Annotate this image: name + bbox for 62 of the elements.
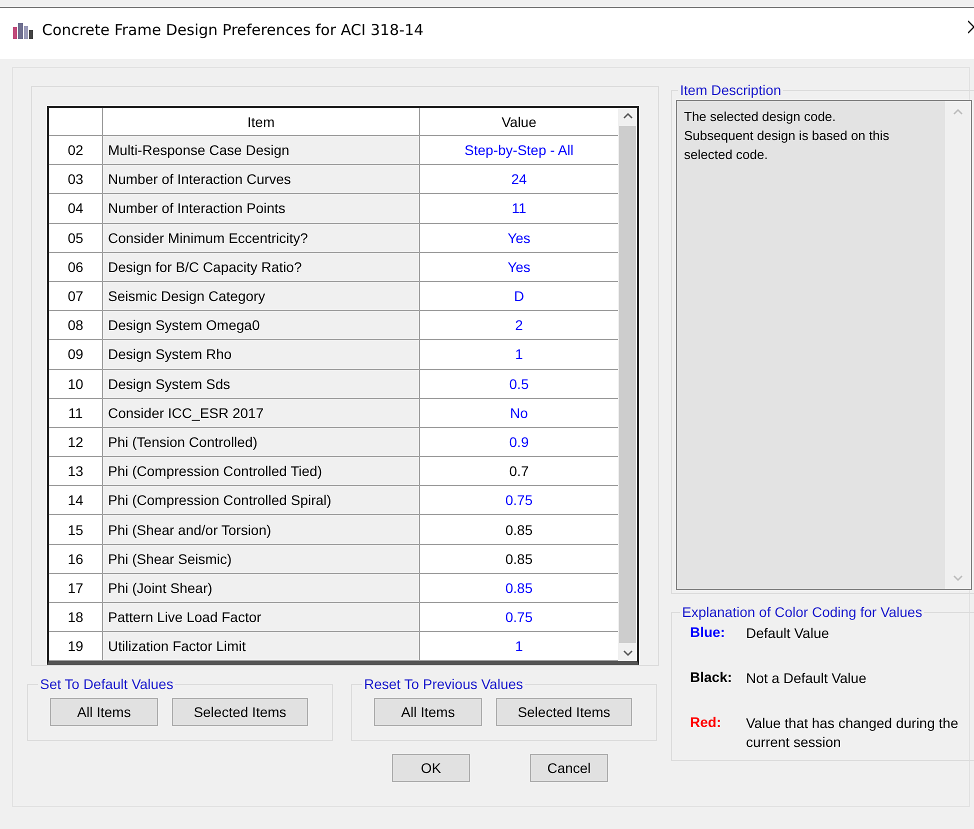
legend-text: Value that has changed during the current session	[746, 714, 960, 752]
item-cell: Utilization Factor Limit	[103, 632, 420, 662]
item-cell: Design System Sds	[103, 370, 420, 399]
value-cell[interactable]: No	[420, 398, 618, 428]
legend-label: Red:	[690, 714, 722, 732]
item-cell: Phi (Tension Controlled)	[103, 428, 420, 458]
row-number: 11	[49, 398, 103, 428]
group-title: Item Description	[679, 82, 782, 98]
item-cell: Seismic Design Category	[103, 282, 420, 312]
item-cell: Consider Minimum Eccentricity?	[103, 224, 420, 253]
row-number: 12	[49, 428, 103, 458]
value-cell[interactable]: Yes	[420, 224, 618, 253]
row-number: 13	[49, 457, 103, 486]
row-number: 06	[49, 252, 103, 282]
row-number: 14	[49, 486, 103, 516]
item-cell: Multi-Response Case Design	[103, 136, 420, 166]
item-cell: Phi (Compression Controlled Tied)	[103, 457, 420, 486]
row-number: 08	[49, 311, 103, 340]
item-cell: Consider ICC_ESR 2017	[103, 398, 420, 428]
column-header: Item	[103, 108, 420, 136]
scrollbar-thumb[interactable]	[619, 126, 636, 644]
item-cell: Design System Rho	[103, 340, 420, 370]
legend-label: Black:	[690, 669, 734, 687]
value-cell[interactable]: 0.85	[420, 544, 618, 574]
row-number: 16	[49, 544, 103, 574]
item-cell: Phi (Compression Controlled Spiral)	[103, 486, 420, 516]
ok-button[interactable]: OK	[392, 754, 470, 782]
selected-items-button[interactable]: Selected Items	[496, 698, 632, 726]
row-number: 03	[49, 165, 103, 194]
item-cell: Phi (Shear Seismic)	[103, 544, 420, 574]
app-icon	[12, 20, 34, 38]
row-number: 18	[49, 603, 103, 632]
item-cell: Design System Omega0	[103, 311, 420, 340]
item-cell: Number of Interaction Curves	[103, 165, 420, 194]
item-cell: Number of Interaction Points	[103, 194, 420, 224]
row-number: 02	[49, 136, 103, 166]
legend-text: Default Value	[746, 624, 830, 643]
group-title: Reset To Previous Values	[363, 676, 524, 692]
item-cell: Pattern Live Load Factor	[103, 603, 420, 632]
description-text: The selected design code. Subsequent design is based on this selected code.	[677, 101, 945, 589]
all-items-button[interactable]: All Items	[374, 698, 482, 726]
legend-text: Not a Default Value	[746, 669, 868, 688]
row-number: 19	[49, 632, 103, 662]
close-icon[interactable]	[968, 20, 974, 34]
row-number: 10	[49, 370, 103, 399]
row-number: 17	[49, 574, 103, 603]
group-title: Set To Default Values	[39, 676, 174, 692]
item-cell: Phi (Shear and/or Torsion)	[103, 515, 420, 545]
window-title: Concrete Frame Design Preferences for ACI 318-14	[42, 20, 424, 38]
selected-items-button[interactable]: Selected Items	[172, 698, 308, 726]
row-number: 15	[49, 515, 103, 545]
cancel-button[interactable]: Cancel	[530, 754, 608, 782]
value-cell[interactable]: 0.5	[420, 370, 618, 399]
item-cell: Phi (Joint Shear)	[103, 574, 420, 603]
legend-label: Blue:	[690, 624, 726, 642]
row-number: 09	[49, 340, 103, 370]
row-number: 07	[49, 282, 103, 312]
all-items-button[interactable]: All Items	[50, 698, 158, 726]
row-number: 04	[49, 194, 103, 224]
row-number: 05	[49, 224, 103, 253]
group-title: Explanation of Color Coding for Values	[681, 604, 924, 620]
item-cell: Design for B/C Capacity Ratio?	[103, 252, 420, 282]
